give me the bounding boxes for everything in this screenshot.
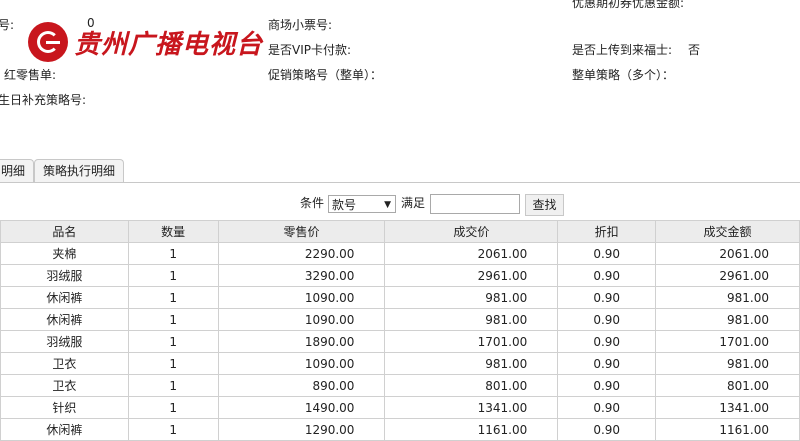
cell-deal-amount: 981.00 [655,308,800,331]
cell-quantity: 1 [127,308,219,331]
cell-product-name: 休闲裤 [0,418,129,441]
table-row[interactable]: 羽绒服 1 1890.00 1701.00 0.90 1701.00 [0,330,800,353]
order-strategy-label: 整单策略（多个）： [572,68,675,82]
cell-discount: 0.90 [557,286,657,309]
header-deal-price[interactable]: 成交价 [384,220,559,243]
table-row[interactable]: 休闲裤 1 1090.00 981.00 0.90 981.00 [0,286,800,309]
cell-deal-amount: 2961.00 [655,264,800,287]
table-row[interactable]: 休闲裤 1 1290.00 1161.00 0.90 1161.00 [0,418,800,441]
cell-discount: 0.90 [557,264,657,287]
table-row[interactable]: 羽绒服 1 3290.00 2961.00 0.90 2961.00 [0,264,800,287]
number-label: 号: [0,18,15,32]
table-header-row: 品名 数量 零售价 成交价 折扣 成交金额 [0,220,800,243]
cell-discount: 0.90 [557,352,657,375]
cell-product-name: 卫衣 [0,352,129,375]
header-quantity[interactable]: 数量 [127,220,219,243]
cell-quantity: 1 [127,396,219,419]
condition-select-value: 款号 [332,198,357,212]
cell-deal-price: 2961.00 [384,264,559,287]
header-product-name[interactable]: 品名 [0,220,129,243]
cell-product-name: 夹棉 [0,242,129,265]
tab-bar: 明细 策略执行明细 [0,157,800,183]
upload-status-value: 否 [688,43,701,57]
logo-emblem-icon [28,22,68,62]
cell-discount: 0.90 [557,418,657,441]
cell-retail-price: 1090.00 [217,352,386,375]
cell-deal-price: 981.00 [384,352,559,375]
tab-details[interactable]: 明细 [0,159,35,182]
cell-deal-price: 801.00 [384,374,559,397]
condition-select[interactable]: 款号 ▼ [328,195,396,213]
cell-quantity: 1 [127,330,219,353]
birthday-strategy-label: 生日补充策略号: [0,93,87,107]
cell-retail-price: 1090.00 [217,286,386,309]
cell-retail-price: 1090.00 [217,308,386,331]
cell-deal-amount: 981.00 [655,286,800,309]
cell-product-name: 羽绒服 [0,264,129,287]
cell-deal-price: 981.00 [384,286,559,309]
cell-discount: 0.90 [557,374,657,397]
cell-deal-price: 1161.00 [384,418,559,441]
cell-quantity: 1 [127,286,219,309]
cell-retail-price: 1890.00 [217,330,386,353]
vip-card-payment-label: 是否VIP卡付款: [268,43,352,57]
cell-deal-amount: 1701.00 [655,330,800,353]
cell-discount: 0.90 [557,330,657,353]
promo-strategy-label: 促销策略号（整单）： [268,68,383,82]
cell-product-name: 针织 [0,396,129,419]
cell-retail-price: 890.00 [217,374,386,397]
header-deal-amount[interactable]: 成交金额 [655,220,800,243]
cell-discount: 0.90 [557,308,657,331]
cell-quantity: 1 [127,242,219,265]
detail-table: 品名 数量 零售价 成交价 折扣 成交金额 夹棉 1 2290.00 2061.00 0… [0,220,800,441]
table-row[interactable]: 针织 1 1490.00 1341.00 0.90 1341.00 [0,396,800,419]
table-row[interactable]: 卫衣 1 890.00 801.00 0.90 801.00 [0,374,800,397]
cell-product-name: 羽绒服 [0,330,129,353]
table-row[interactable]: 卫衣 1 1090.00 981.00 0.90 981.00 [0,352,800,375]
cell-retail-price: 2290.00 [217,242,386,265]
filter-input[interactable] [430,194,520,214]
logo-text: 贵州广播电视台 [74,29,264,60]
cell-deal-price: 1341.00 [384,396,559,419]
cell-product-name: 休闲裤 [0,308,129,331]
mall-receipt-label: 商场小票号: [268,18,333,32]
cell-discount: 0.90 [557,242,657,265]
cell-retail-price: 1490.00 [217,396,386,419]
cell-quantity: 1 [127,352,219,375]
cell-deal-amount: 1161.00 [655,418,800,441]
tv-station-logo: 贵州广播电视台 [28,22,263,62]
cell-deal-amount: 1341.00 [655,396,800,419]
search-button[interactable]: 查找 [525,194,564,216]
red-retail-label: 红零售单: [4,68,57,82]
upload-status-label: 是否上传到来福士: [572,43,673,57]
header-discount[interactable]: 折扣 [557,220,657,243]
table-row[interactable]: 夹棉 1 2290.00 2061.00 0.90 2061.00 [0,242,800,265]
tab-strategy-details[interactable]: 策略执行明细 [34,159,125,182]
cell-deal-amount: 981.00 [655,352,800,375]
cell-discount: 0.90 [557,396,657,419]
cell-quantity: 1 [127,418,219,441]
cell-retail-price: 1290.00 [217,418,386,441]
cell-product-name: 卫衣 [0,374,129,397]
cell-product-name: 休闲裤 [0,286,129,309]
cell-deal-price: 2061.00 [384,242,559,265]
cell-quantity: 1 [127,264,219,287]
cell-quantity: 1 [127,374,219,397]
satisfy-label: 满足 [401,196,426,210]
chevron-down-icon: ▼ [384,200,391,210]
cell-deal-amount: 801.00 [655,374,800,397]
cell-deal-price: 1701.00 [384,330,559,353]
header-retail-price[interactable]: 零售价 [217,220,386,243]
cell-retail-price: 3290.00 [217,264,386,287]
table-row[interactable]: 休闲裤 1 1090.00 981.00 0.90 981.00 [0,308,800,331]
cell-deal-price: 981.00 [384,308,559,331]
coupon-amount-label: 优惠期初券优惠金额: [572,0,685,10]
condition-label: 条件 [300,196,325,210]
cell-deal-amount: 2061.00 [655,242,800,265]
